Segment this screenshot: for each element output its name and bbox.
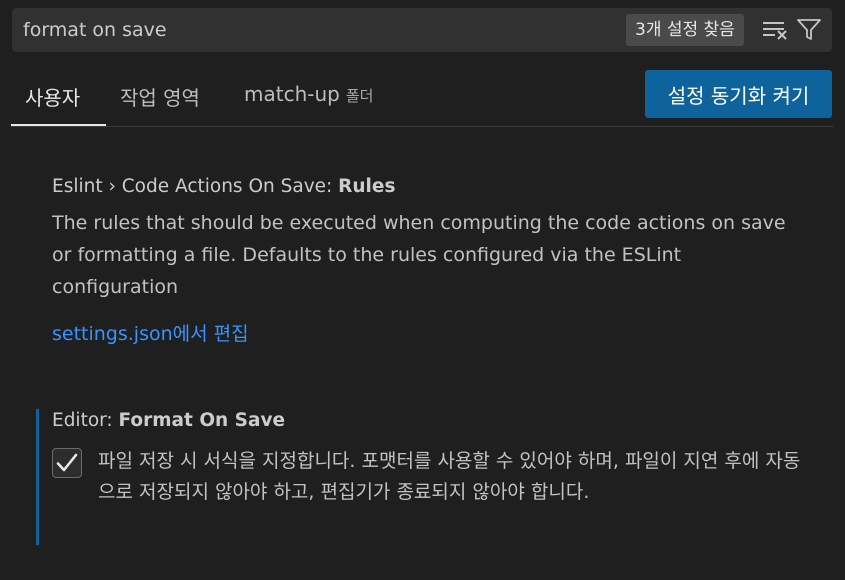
- search-result-count-badge: 3개 설정 찾음: [626, 14, 744, 46]
- setting-title: Editor: Format On Save: [52, 410, 792, 431]
- tab-folder-sublabel: 폴더: [345, 87, 374, 105]
- filter-icon[interactable]: [796, 18, 822, 42]
- edit-in-settings-json-link[interactable]: settings.json에서 편집: [52, 319, 249, 346]
- settings-search-box: 3개 설정 찾음: [12, 8, 832, 52]
- clear-filter-icon[interactable]: [762, 18, 788, 42]
- setting-eslint-code-actions-on-save-rules: Eslint › Code Actions On Save: Rules The…: [52, 176, 792, 346]
- tab-workspace[interactable]: 작업 영역: [120, 82, 200, 111]
- format-on-save-checkbox[interactable]: [52, 448, 82, 478]
- setting-category: Editor:: [52, 410, 119, 431]
- setting-title: Eslint › Code Actions On Save: Rules: [52, 176, 792, 197]
- tab-folder[interactable]: match-up 폴더: [244, 82, 373, 106]
- setting-name: Format On Save: [118, 410, 286, 431]
- turn-on-settings-sync-button[interactable]: 설정 동기화 켜기: [645, 70, 832, 118]
- format-on-save-description: 파일 저장 시 서식을 지정합니다. 포맷터를 사용할 수 있어야 하며, 파일…: [98, 450, 801, 503]
- checkmark-icon: [56, 453, 78, 472]
- settings-search-input[interactable]: [12, 8, 623, 52]
- tabs-divider: [11, 126, 833, 127]
- focused-setting-indicator: [36, 409, 39, 545]
- tab-user[interactable]: 사용자: [25, 82, 80, 111]
- setting-name: Rules: [338, 176, 396, 197]
- settings-scope-tabs: 사용자 작업 영역 match-up 폴더 설정 동기화 켜기: [0, 66, 845, 128]
- setting-editor-format-on-save: Editor: Format On Save: [52, 410, 792, 431]
- setting-description: The rules that should be executed when c…: [52, 212, 786, 298]
- setting-category: Eslint › Code Actions On Save:: [52, 176, 339, 197]
- tab-folder-label: match-up: [244, 82, 340, 106]
